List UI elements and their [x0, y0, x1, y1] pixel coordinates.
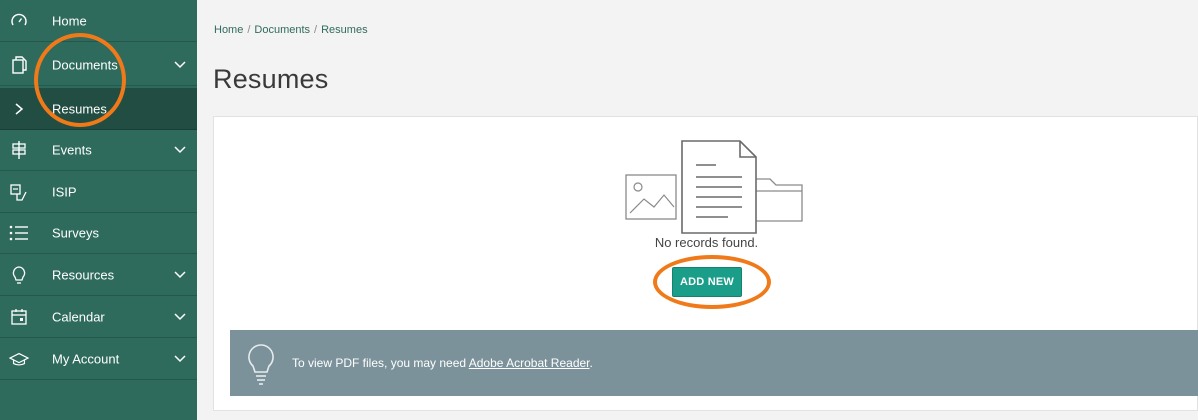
info-prefix: To view PDF files, you may need [292, 356, 469, 370]
page-title: Resumes [213, 64, 329, 94]
pdf-info-bar: To view PDF files, you may need Adobe Ac… [230, 330, 1198, 396]
sidebar-item-documents[interactable]: Documents [0, 44, 197, 86]
isip-icon [9, 182, 29, 202]
sidebar-item-label: Resumes [52, 101, 107, 116]
lightbulb-icon [248, 344, 274, 385]
speedometer-icon [9, 11, 29, 31]
sidebar-item-calendar[interactable]: Calendar [0, 296, 197, 338]
breadcrumb-home[interactable]: Home [214, 24, 243, 36]
chevron-down-icon [174, 60, 186, 68]
sidebar-item-surveys[interactable]: Surveys [0, 212, 197, 254]
sidebar-item-label: My Account [52, 351, 120, 366]
breadcrumb-documents[interactable]: Documents [254, 24, 310, 36]
sidebar-item-label: Resources [52, 267, 115, 282]
breadcrumb: Home / Documents / Resumes [214, 24, 368, 36]
sidebar-footer [0, 380, 197, 420]
main-content: Home / Documents / Resumes Resumes No record… [197, 0, 1198, 420]
documents-icon [9, 55, 29, 75]
sidebar-item-label: Documents [52, 57, 118, 72]
sidebar-item-label: Calendar [52, 309, 105, 324]
list-icon [9, 223, 29, 243]
sidebar: Home Documents Resumes Events ISIP Surve… [0, 0, 197, 420]
sidebar-item-home[interactable]: Home [0, 0, 197, 42]
sidebar-item-resumes[interactable]: Resumes [0, 88, 197, 130]
lightbulb-icon [9, 265, 29, 285]
sidebar-item-label: ISIP [52, 184, 77, 199]
sidebar-item-label: Home [52, 13, 87, 28]
empty-documents-illustration [625, 140, 803, 234]
breadcrumb-separator: / [314, 24, 318, 36]
sidebar-item-resources[interactable]: Resources [0, 254, 197, 296]
signpost-icon [9, 140, 29, 160]
chevron-right-icon [9, 99, 29, 119]
chevron-down-icon [174, 312, 186, 320]
chevron-down-icon [174, 145, 186, 153]
resumes-card: No records found. ADD NEW To view PDF fi… [213, 116, 1198, 411]
empty-state-text: No records found. [654, 235, 759, 250]
breadcrumb-separator: / [247, 24, 251, 36]
sidebar-item-label: Events [52, 142, 92, 157]
info-suffix: . [589, 356, 593, 370]
sidebar-item-isip[interactable]: ISIP [0, 171, 197, 213]
add-new-button[interactable]: ADD NEW [672, 267, 742, 297]
pdf-info-text: To view PDF files, you may need Adobe Ac… [292, 356, 593, 370]
breadcrumb-resumes[interactable]: Resumes [321, 24, 367, 36]
graduation-cap-icon [9, 349, 29, 369]
calendar-icon [9, 307, 29, 327]
chevron-down-icon [174, 354, 186, 362]
adobe-reader-link[interactable]: Adobe Acrobat Reader [469, 356, 590, 370]
sidebar-item-my-account[interactable]: My Account [0, 338, 197, 380]
chevron-down-icon [174, 270, 186, 278]
sidebar-item-label: Surveys [52, 225, 99, 240]
sidebar-item-events[interactable]: Events [0, 129, 197, 171]
